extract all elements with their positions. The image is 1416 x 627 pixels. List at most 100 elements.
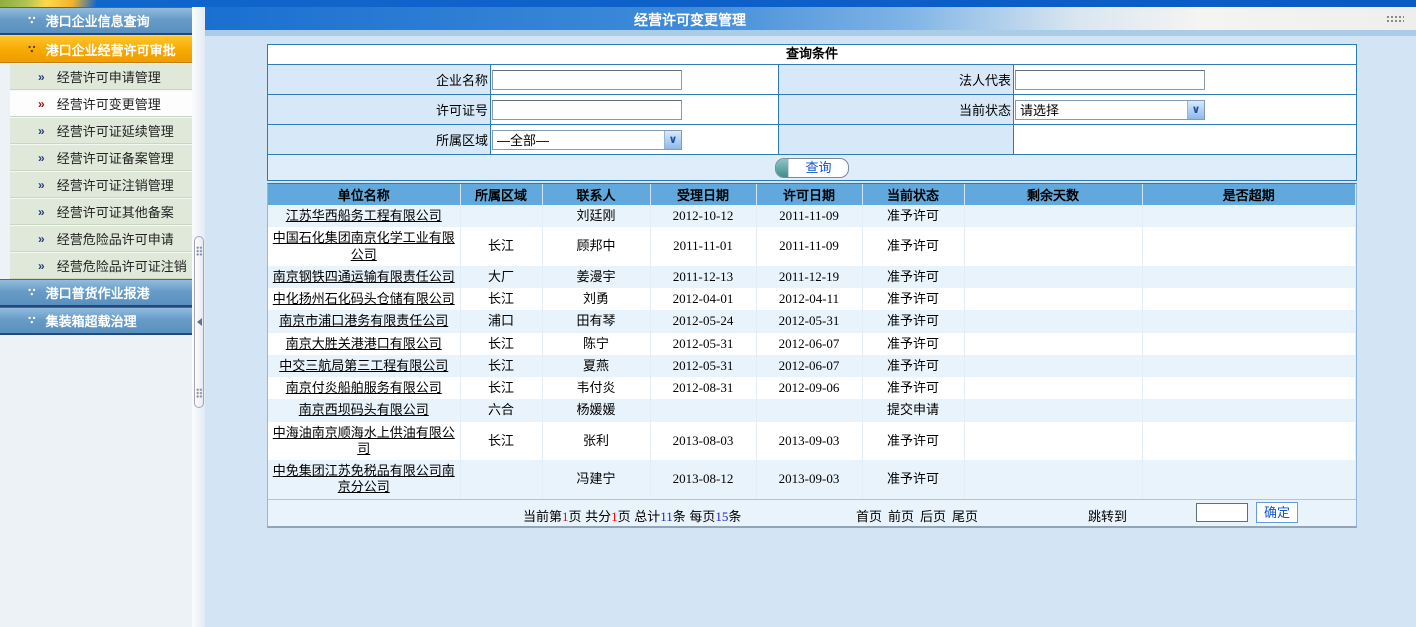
company-link[interactable]: 南京付炎船舶服务有限公司 — [286, 380, 442, 395]
sidebar-item-label: 经营许可证延续管理 — [57, 121, 174, 140]
table-cell — [1142, 422, 1356, 461]
company-cell: 南京西坝码头有限公司 — [268, 399, 460, 421]
company-link[interactable]: 南京西坝码头有限公司 — [299, 402, 429, 417]
arrow-bullet-icon: » — [38, 259, 45, 273]
pagination-summary-segment: 条 — [728, 509, 741, 524]
company-link[interactable]: 中海油南京顺海水上供油有限公司 — [273, 425, 455, 456]
search-button[interactable]: 查询 — [775, 158, 848, 178]
table-cell: 2012-05-31 — [650, 355, 756, 377]
jump-page-input[interactable] — [1196, 503, 1248, 522]
sidebar-group[interactable]: ∵港口企业经营许可审批 — [0, 35, 192, 63]
company-link[interactable]: 南京大胜关港港口有限公司 — [286, 336, 442, 351]
table-row: 江苏华西船务工程有限公司刘廷刚2012-10-122011-11-09准予许可 — [268, 205, 1356, 227]
sidebar-collapse-handle[interactable] — [194, 236, 204, 408]
region-select[interactable]: —全部— ∨ — [492, 130, 682, 150]
pagination-summary-segment: 15 — [715, 509, 728, 524]
confirm-button[interactable]: 确定 — [1256, 502, 1298, 523]
sidebar-group[interactable]: ∵港口企业信息查询 — [0, 7, 192, 35]
company-cell: 南京钢铁四通运输有限责任公司 — [268, 266, 460, 288]
sidebar-item-label: 经营许可证注销管理 — [57, 175, 174, 194]
table-cell: 长江 — [460, 227, 542, 266]
sidebar-item[interactable]: »经营危险品许可证注销 — [10, 252, 192, 279]
query-panel-title: 查询条件 — [268, 45, 1356, 64]
table-cell — [1142, 460, 1356, 499]
empty-label-cell — [778, 125, 1013, 154]
query-row: 企业名称 法人代表 — [268, 64, 1356, 94]
company-name-label: 企业名称 — [268, 65, 490, 94]
sidebar-group-label: 港口企业经营许可审批 — [46, 40, 176, 59]
table-cell: 长江 — [460, 288, 542, 310]
results-table: 单位名称所属区域联系人受理日期许可日期当前状态剩余天数是否超期 江苏华西船务工程… — [267, 183, 1357, 528]
company-link[interactable]: 江苏华西船务工程有限公司 — [286, 208, 442, 223]
sidebar-menu: ∵港口企业信息查询∵港口企业经营许可审批»经营许可申请管理»经营许可变更管理»经… — [0, 7, 192, 335]
table-row: 南京钢铁四通运输有限责任公司大厂姜漫宇2011-12-132011-12-19准… — [268, 266, 1356, 288]
menu-group-icon: ∵ — [28, 286, 36, 299]
pager-link[interactable]: 尾页 — [952, 509, 978, 524]
column-header: 受理日期 — [650, 184, 756, 205]
table-cell: 准予许可 — [862, 288, 964, 310]
query-row: 许可证号 当前状态 请选择 ∨ — [268, 94, 1356, 124]
table-cell: 陈宁 — [542, 333, 650, 355]
sidebar-item[interactable]: »经营许可申请管理 — [10, 63, 192, 90]
pagination-summary-segment: 11 — [660, 509, 673, 524]
table-cell — [650, 399, 756, 421]
pagination-links: 首页前页后页尾页 — [856, 506, 984, 525]
table-cell — [964, 266, 1142, 288]
table-cell — [1142, 333, 1356, 355]
legal-rep-input[interactable] — [1015, 70, 1205, 90]
table-cell: 夏燕 — [542, 355, 650, 377]
sidebar-item[interactable]: »经营危险品许可申请 — [10, 225, 192, 252]
query-row: 所属区域 —全部— ∨ — [268, 124, 1356, 154]
table-cell — [1142, 377, 1356, 399]
arrow-bullet-icon: » — [38, 151, 45, 165]
table-cell: 2011-11-01 — [650, 227, 756, 266]
company-link[interactable]: 中国石化集团南京化学工业有限公司 — [273, 230, 455, 261]
company-link[interactable]: 南京钢铁四通运输有限责任公司 — [273, 269, 455, 284]
license-no-input[interactable] — [492, 100, 682, 120]
company-link[interactable]: 南京市浦口港务有限责任公司 — [279, 313, 448, 328]
table-cell: 六合 — [460, 399, 542, 421]
table-cell: 长江 — [460, 333, 542, 355]
arrow-bullet-icon: » — [38, 97, 45, 111]
table-cell — [964, 460, 1142, 499]
table-cell: 准予许可 — [862, 227, 964, 266]
company-cell: 南京市浦口港务有限责任公司 — [268, 310, 460, 332]
pager-link[interactable]: 首页 — [856, 509, 882, 524]
table-row: 中国石化集团南京化学工业有限公司长江顾邦中2011-11-012011-11-0… — [268, 227, 1356, 266]
company-name-input[interactable] — [492, 70, 682, 90]
sidebar-item[interactable]: » 经营许可证注销管理 — [10, 171, 192, 198]
table-cell — [964, 422, 1142, 461]
table-cell: 2011-12-13 — [650, 266, 756, 288]
arrow-bullet-icon: » — [38, 124, 45, 138]
table-cell: 准予许可 — [862, 377, 964, 399]
sidebar-item[interactable]: » 经营许可证延续管理 — [10, 117, 192, 144]
table-cell — [964, 355, 1142, 377]
company-link[interactable]: 中化扬州石化码头仓储有限公司 — [273, 291, 455, 306]
sidebar-group[interactable]: ∵集装箱超载治理 — [0, 307, 192, 335]
company-cell: 江苏华西船务工程有限公司 — [268, 205, 460, 227]
arrow-bullet-icon: » — [38, 178, 45, 192]
table-row: 中化扬州石化码头仓储有限公司长江刘勇2012-04-012012-04-11准予… — [268, 288, 1356, 310]
pager-link[interactable]: 后页 — [920, 509, 946, 524]
pagination-bar: 当前第1页 共分1页 总计11条 每页15条 首页前页后页尾页 跳转到 确定 — [268, 499, 1356, 526]
table-row: 南京大胜关港港口有限公司长江陈宁2012-05-312012-06-07准予许可 — [268, 333, 1356, 355]
sidebar-group[interactable]: ∵港口普货作业报港 — [0, 279, 192, 307]
sidebar-item[interactable]: »经营许可证其他备案 — [10, 198, 192, 225]
content-area: 查询条件 企业名称 法人代表 许可证号 当前状态 请选择 ∨ 所属区 — [205, 36, 1416, 627]
table-cell: 顾邦中 — [542, 227, 650, 266]
table-cell — [964, 205, 1142, 227]
table-cell: 2012-04-11 — [756, 288, 862, 310]
arrow-bullet-icon: » — [38, 205, 45, 219]
company-cell: 中免集团江苏免税品有限公司南京分公司 — [268, 460, 460, 499]
company-link[interactable]: 中交三航局第三工程有限公司 — [279, 358, 448, 373]
sidebar-item-label: 经营许可证备案管理 — [57, 148, 174, 167]
company-link[interactable]: 中免集团江苏免税品有限公司南京分公司 — [273, 463, 455, 494]
current-status-select[interactable]: 请选择 ∨ — [1015, 100, 1205, 120]
sidebar-item[interactable]: »经营许可变更管理 — [10, 90, 192, 117]
region-label: 所属区域 — [268, 125, 490, 154]
table-cell: 2012-06-07 — [756, 355, 862, 377]
pager-link[interactable]: 前页 — [888, 509, 914, 524]
column-header: 当前状态 — [862, 184, 964, 205]
empty-input-cell — [1013, 125, 1356, 154]
sidebar-item[interactable]: » 经营许可证备案管理 — [10, 144, 192, 171]
